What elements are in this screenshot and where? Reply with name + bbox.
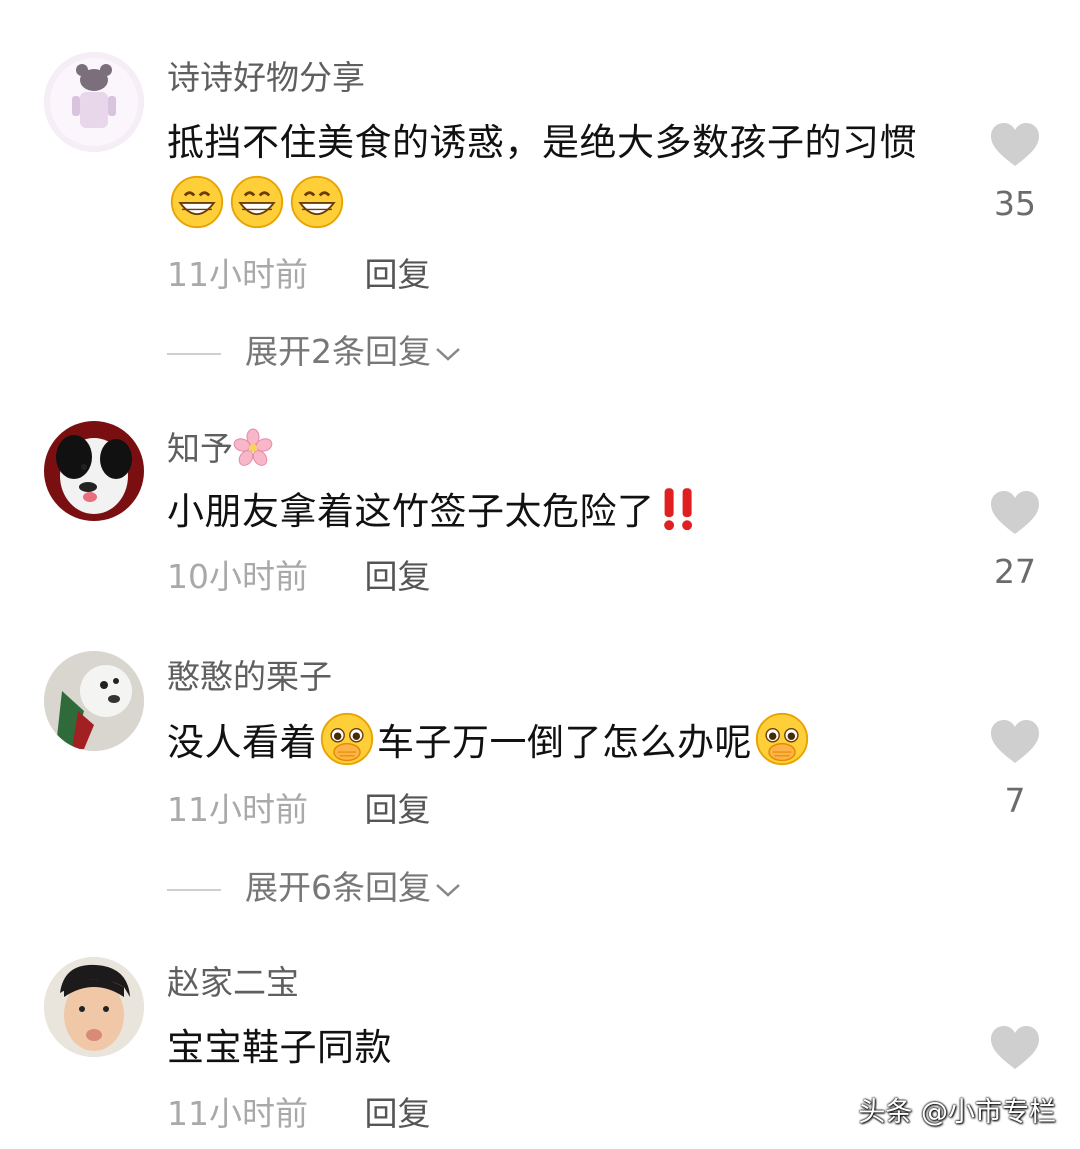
avatar-image	[44, 52, 144, 152]
divider-line	[167, 888, 221, 891]
reply-button[interactable]: 回复	[365, 255, 431, 295]
comment-meta: 11小时前 回复	[167, 255, 431, 295]
comment-text-body: 没人看着	[167, 721, 317, 764]
avatar-image	[44, 421, 144, 521]
timestamp: 11小时前	[167, 1094, 308, 1133]
avatar-image	[44, 651, 144, 751]
comment-text: 宝宝鞋子同款	[167, 1017, 957, 1079]
expand-replies-label: 展开6条回复	[245, 868, 431, 907]
grinning-face-icon	[170, 175, 224, 229]
avatar[interactable]	[44, 52, 144, 152]
reply-button[interactable]: 回复	[365, 790, 431, 830]
like-button[interactable]	[986, 1025, 1044, 1087]
comment-text: 小朋友拿着这竹签子太危险了	[167, 481, 957, 543]
comment-text-body: 小朋友拿着这竹签子太危险了	[167, 490, 655, 533]
timestamp: 11小时前	[167, 255, 308, 294]
grinning-face-icon	[290, 175, 344, 229]
timestamp: 11小时前	[167, 790, 308, 829]
cherry-blossom-icon	[233, 428, 273, 466]
comment-text: 抵挡不住美食的诱惑，是绝大多数孩子的习惯	[167, 112, 957, 237]
heart-icon	[991, 491, 1039, 534]
reply-button[interactable]: 回复	[365, 1094, 431, 1134]
comment-text-body: 宝宝鞋子同款	[167, 1026, 392, 1069]
avatar[interactable]	[44, 651, 144, 751]
like-count: 35	[994, 184, 1036, 223]
grinning-face-icon	[230, 175, 284, 229]
like-count: 27	[994, 552, 1036, 591]
pleading-face-icon	[755, 712, 809, 766]
like-button[interactable]: 27	[986, 490, 1044, 592]
heart-icon	[991, 1026, 1039, 1069]
username[interactable]: 憨憨的栗子	[167, 657, 332, 697]
timestamp: 10小时前	[167, 557, 308, 596]
chevron-down-icon	[436, 883, 460, 897]
like-button[interactable]: 7	[986, 719, 1044, 821]
like-count: 7	[1004, 781, 1026, 820]
avatar[interactable]	[44, 957, 144, 1057]
watermark: 头条 @小市专栏	[858, 1097, 1056, 1128]
comment-meta: 11小时前 回复	[167, 1094, 431, 1134]
comment-meta: 10小时前 回复	[167, 557, 431, 597]
avatar[interactable]	[44, 421, 144, 521]
heart-icon	[991, 720, 1039, 763]
username[interactable]: 诗诗好物分享	[167, 58, 365, 98]
avatar-image	[44, 957, 144, 1057]
chevron-down-icon	[436, 347, 460, 361]
expand-replies-button[interactable]: 展开6条回复	[167, 868, 461, 908]
username[interactable]: 知予	[167, 428, 273, 469]
double-exclamation-icon	[663, 488, 692, 531]
expand-replies-button[interactable]: 展开2条回复	[167, 332, 461, 372]
heart-icon	[991, 123, 1039, 166]
username[interactable]: 赵家二宝	[167, 963, 299, 1003]
pleading-face-icon	[320, 712, 374, 766]
comment-text-body: 抵挡不住美食的诱惑，是绝大多数孩子的习惯	[167, 121, 917, 164]
comment-meta: 11小时前 回复	[167, 790, 431, 830]
reply-button[interactable]: 回复	[365, 557, 431, 597]
expand-replies-label: 展开2条回复	[245, 332, 431, 371]
username-text: 知予	[167, 429, 233, 468]
like-button[interactable]: 35	[986, 122, 1044, 224]
comment-text: 没人看着 车子万一倒了怎么办呢	[167, 711, 957, 774]
comment-text-body-continued: 车子万一倒了怎么办呢	[377, 721, 752, 764]
divider-line	[167, 352, 221, 355]
